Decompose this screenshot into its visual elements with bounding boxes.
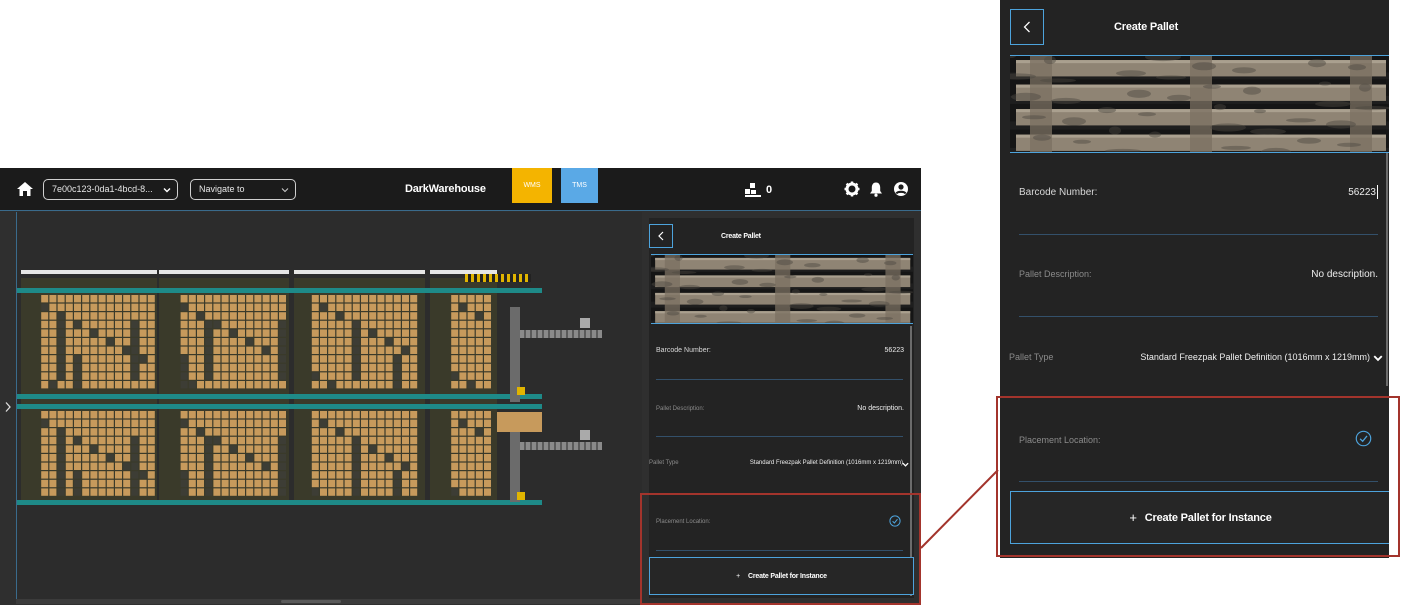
back-button[interactable] <box>1010 9 1044 45</box>
description-value[interactable]: No description. <box>1230 269 1378 280</box>
panel-title: Create Pallet <box>1114 21 1179 33</box>
pallet-image <box>1010 55 1389 153</box>
description-label: Pallet Description: <box>1019 269 1092 279</box>
pallet-type-label: Pallet Type <box>1009 352 1054 362</box>
chevron-down-icon[interactable] <box>1373 353 1383 363</box>
text-cursor <box>1377 185 1378 199</box>
pallet-photo <box>1010 56 1389 152</box>
barcode-input[interactable]: 56223 <box>1230 187 1376 198</box>
panel-scrollbar[interactable] <box>1386 153 1388 386</box>
back-arrow-icon <box>1023 21 1030 33</box>
barcode-label: Barcode Number: <box>1019 187 1098 198</box>
pallet-type-select[interactable]: Standard Freezpak Pallet Definition (101… <box>1122 352 1370 362</box>
divider <box>1019 234 1378 235</box>
divider <box>1019 316 1378 317</box>
highlight-box <box>996 396 1400 557</box>
